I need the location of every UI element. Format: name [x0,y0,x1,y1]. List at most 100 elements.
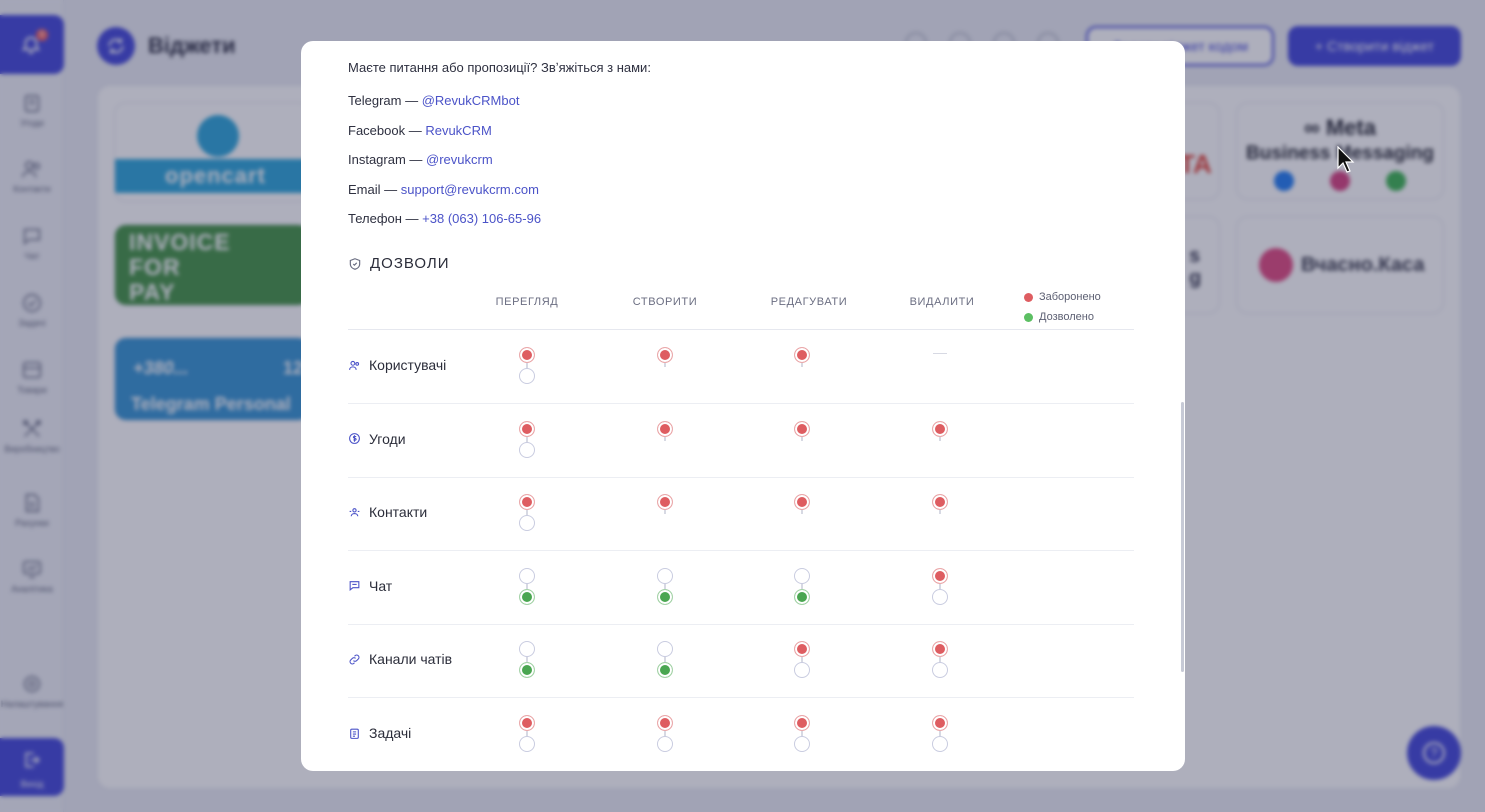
column-edit: РЕДАГУВАТИ [770,296,848,308]
empty-knob [794,567,810,584]
denied-knob [657,420,673,437]
permission-toggle-view[interactable] [518,494,536,534]
shield-icon [349,257,361,270]
permission-toggle-delete[interactable] [931,715,949,755]
permission-label: Канали чатів [369,651,453,668]
denied-knob [519,715,535,731]
contact-instagram: Instagram — @revukcrm [348,152,493,167]
permission-toggle-create[interactable] [656,567,674,608]
permission-row-label: Користувачі [348,357,446,373]
legend-allowed: Дозволено [1024,307,1101,327]
permission-toggle-create[interactable] [656,641,674,681]
users-icon [349,360,360,370]
denied-knob [657,494,673,511]
tasks-icon [350,728,359,739]
permission-row-label: Задачі [348,725,411,741]
column-create: СТВОРИТИ [632,296,698,308]
permission-toggle-edit[interactable] [793,347,811,387]
empty-knob [932,588,948,605]
permission-not-applicable [933,353,947,354]
empty-knob [657,641,673,658]
permission-row-label: Контакти [348,504,427,520]
permission-toggle-view[interactable] [518,347,536,387]
permission-row: Користувачі [348,330,1134,404]
empty-knob [519,441,535,458]
instagram-link[interactable]: @revukcrm [426,152,493,167]
permission-toggle-view[interactable] [518,567,536,608]
permissions-title: ДОЗВОЛИ [370,255,450,272]
allowed-knob [794,588,810,605]
phone-link[interactable]: +38 (063) 106-65-96 [422,211,541,226]
denied-knob [794,347,810,363]
email-link[interactable]: support@revukcrm.com [401,182,539,197]
empty-knob [794,736,810,752]
column-delete: ВИДАЛИТИ [909,296,975,308]
permission-row: Задачі [348,698,1134,771]
permission-row: Чат [348,551,1134,625]
empty-knob [794,662,810,679]
permission-label: Угоди [369,430,406,447]
legend-denied-label: Заборонено [1039,291,1101,303]
denied-knob [519,347,535,363]
permission-label: Контакти [369,504,428,521]
contact-facebook: Facebook — RevukCRM [348,123,492,138]
permissions-header: ДОЗВОЛИ [348,255,450,272]
permission-toggle-edit[interactable] [793,494,811,534]
permission-toggle-view[interactable] [518,641,536,681]
permission-toggle-delete[interactable] [931,494,949,534]
modal-content[interactable]: Маєте питання або пропозиції? Звʼяжіться… [301,41,1185,771]
chat-icon [349,581,360,592]
denied-knob [519,420,535,437]
contact-prefix: Telegram — [348,93,422,108]
empty-knob [657,567,673,584]
empty-knob [519,641,535,658]
permission-toggle-view[interactable] [518,715,536,755]
permission-row: Угоди [348,404,1134,478]
denied-knob [794,420,810,437]
permission-toggle-create[interactable] [656,494,674,534]
permission-toggle-edit[interactable] [793,641,811,681]
permission-row: Канали чатів [348,624,1134,699]
allowed-knob [519,588,535,605]
permission-toggle-create[interactable] [656,347,674,387]
contact-email: Email — support@revukcrm.com [348,182,539,197]
allowed-dot-icon [1024,312,1033,322]
contact-prefix: Телефон — [348,211,423,226]
denied-knob [932,494,948,511]
permission-toggle-edit[interactable] [793,567,811,608]
permission-row-label: Угоди [348,431,406,447]
permission-toggle-create[interactable] [656,420,674,461]
contact-telegram: Telegram — @RevukCRMbot [348,93,519,108]
permission-label: Чат [369,577,393,594]
link-icon [349,654,360,665]
denied-knob [932,641,948,658]
permission-toggle-delete[interactable] [931,567,949,608]
denied-knob [794,641,810,658]
empty-knob [932,736,948,752]
permission-label: Користувачі [369,357,447,373]
facebook-link[interactable]: RevukCRM [425,123,491,138]
empty-knob [519,515,535,532]
contact-prefix: Instagram — [348,152,427,167]
denied-knob [932,715,948,731]
modal-scrollbar[interactable] [1181,402,1184,672]
contact-prefix: Facebook — [348,123,426,138]
telegram-link[interactable]: @RevukCRMbot [422,93,520,108]
permission-toggle-edit[interactable] [793,420,811,461]
permissions-legend: Заборонено Дозволено [1024,287,1101,327]
empty-knob [519,736,535,752]
permission-toggle-view[interactable] [518,420,536,461]
dollar-icon [349,433,360,445]
permission-row-label: Канали чатів [348,651,452,667]
contact-intro: Маєте питання або пропозиції? Звʼяжіться… [348,60,651,75]
column-view: ПЕРЕГЛЯД [495,296,559,308]
permission-toggle-delete[interactable] [931,641,949,681]
permission-toggle-edit[interactable] [793,715,811,755]
denied-knob [932,567,948,584]
denied-knob [657,715,673,731]
permission-toggle-delete[interactable] [931,420,949,461]
contacts-icon [349,507,360,517]
mouse-cursor-icon [1337,146,1355,173]
permission-toggle-create[interactable] [656,715,674,755]
permission-row: Контакти [348,477,1134,552]
